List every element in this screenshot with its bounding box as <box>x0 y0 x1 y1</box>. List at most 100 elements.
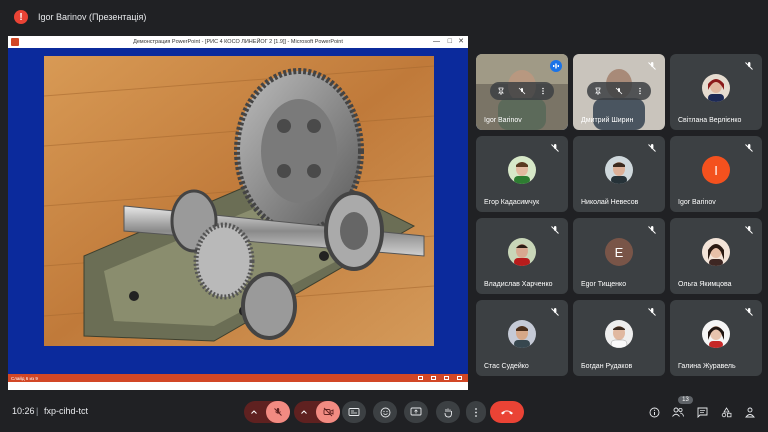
people-icon <box>672 407 684 417</box>
presentation-alert-icon: ! <box>14 10 28 24</box>
host-controls-button[interactable] <box>741 403 759 421</box>
slide-counter: Слайд 6 из 9 <box>11 375 38 381</box>
participant-tile[interactable]: Владислав Харченко <box>476 218 568 294</box>
camera-off-icon <box>323 407 333 417</box>
participant-tile[interactable]: Igor Barinov <box>476 54 568 130</box>
people-button[interactable] <box>669 403 687 421</box>
avatar-letter: I <box>702 156 730 184</box>
participant-tile[interactable]: I Igor Barinov <box>670 136 762 212</box>
muted-icon <box>745 62 753 70</box>
sorter-view-icon[interactable] <box>431 376 436 380</box>
hang-up-icon <box>501 410 513 415</box>
chat-button[interactable] <box>693 403 711 421</box>
captions-button[interactable] <box>342 401 366 423</box>
present-icon <box>410 407 422 416</box>
participant-tile[interactable]: E Egor Тищенко <box>573 218 665 294</box>
meeting-code: fxp-cihd-tct <box>44 406 89 416</box>
zoom-icon[interactable] <box>457 376 462 380</box>
more-options-icon[interactable] <box>635 86 645 96</box>
muted-icon <box>551 308 559 316</box>
normal-view-icon[interactable] <box>418 376 423 380</box>
avatar <box>605 320 633 348</box>
participant-tile[interactable]: Світлана Верлієнко <box>670 54 762 130</box>
muted-icon <box>648 226 656 234</box>
participant-tile[interactable]: Стас Судейко <box>476 300 568 376</box>
mic-toggle-button[interactable] <box>266 401 290 423</box>
reactions-button[interactable] <box>373 401 397 423</box>
camera-options-chevron-icon[interactable] <box>294 408 314 416</box>
avatar <box>702 320 730 348</box>
avatar <box>508 320 536 348</box>
muted-icon <box>745 308 753 316</box>
participant-tile[interactable]: Николай Невесов <box>573 136 665 212</box>
participant-tile[interactable]: Дмитрий Ширин <box>573 54 665 130</box>
participant-name: Igor Barinov <box>484 117 522 124</box>
mic-options-chevron-icon[interactable] <box>244 408 264 416</box>
tile-controls <box>490 82 554 100</box>
minimize-button[interactable]: — <box>433 36 440 48</box>
meeting-controls-bar: 10:26 | fxp-cihd-tct <box>0 392 768 432</box>
participant-name: Ольга Якимцова <box>678 281 732 288</box>
leave-call-button[interactable] <box>490 401 524 423</box>
maximize-button[interactable]: □ <box>448 36 452 48</box>
participant-tile[interactable]: Богдан Рудаков <box>573 300 665 376</box>
participant-tile[interactable]: Ольга Якимцова <box>670 218 762 294</box>
participant-name: Галина Журавель <box>678 363 736 370</box>
pin-icon[interactable] <box>496 86 506 96</box>
chat-icon <box>697 407 707 418</box>
participant-name: Стас Судейко <box>484 363 529 370</box>
participant-name: Igor Barinov <box>678 199 716 206</box>
muted-icon <box>648 62 656 70</box>
participant-name: Богдан Рудаков <box>581 363 633 370</box>
shared-presentation: Демонстрация PowerPoint - [РИС 4 КОСО ЛИ… <box>8 36 468 390</box>
avatar <box>702 238 730 266</box>
mute-icon[interactable] <box>517 86 527 96</box>
powerpoint-icon <box>11 38 19 46</box>
more-options-button[interactable] <box>466 401 486 423</box>
activities-button[interactable] <box>717 403 735 421</box>
participant-name: Егор Кадасимчук <box>484 199 540 206</box>
mute-icon[interactable] <box>614 86 624 96</box>
camera-toggle-button[interactable] <box>316 401 340 423</box>
mic-group <box>244 401 290 423</box>
lock-person-icon <box>745 407 755 417</box>
presenter-title: Igor Barinov (Презентація) <box>38 12 147 22</box>
top-bar: ! Igor Barinov (Презентація) <box>0 0 768 34</box>
muted-icon <box>551 144 559 152</box>
participant-name: Світлана Верлієнко <box>678 117 742 124</box>
present-screen-button[interactable] <box>404 401 428 423</box>
activities-icon <box>721 406 731 417</box>
more-options-icon[interactable] <box>538 86 548 96</box>
speaking-indicator-icon <box>550 60 562 72</box>
captions-icon <box>348 408 360 416</box>
clock: 10:26 <box>12 406 35 416</box>
tile-controls <box>587 82 651 100</box>
participant-name: Egor Тищенко <box>581 281 627 288</box>
avatar <box>508 156 536 184</box>
muted-icon <box>745 144 753 152</box>
meeting-details-button[interactable] <box>645 403 663 421</box>
powerpoint-window-title: Демонстрация PowerPoint - [РИС 4 КОСО ЛИ… <box>133 39 343 45</box>
raise-hand-button[interactable] <box>436 401 460 423</box>
muted-icon <box>551 226 559 234</box>
mic-off-icon <box>274 408 282 416</box>
view-controls <box>418 376 462 380</box>
gearbox-image <box>44 56 434 346</box>
powerpoint-statusbar: Слайд 6 из 9 <box>8 374 468 382</box>
pin-icon[interactable] <box>593 86 603 96</box>
close-button[interactable]: ✕ <box>458 36 464 48</box>
slideshow-view-icon[interactable] <box>444 376 449 380</box>
participant-tile[interactable]: Егор Кадасимчук <box>476 136 568 212</box>
slide-canvas: Слайд 6 из 9 <box>8 48 468 382</box>
more-vert-icon <box>475 407 477 417</box>
powerpoint-titlebar: Демонстрация PowerPoint - [РИС 4 КОСО ЛИ… <box>8 36 468 48</box>
emoji-icon <box>380 407 390 417</box>
participant-tile[interactable]: Галина Журавель <box>670 300 762 376</box>
participant-name: Владислав Харченко <box>484 281 553 288</box>
camera-group <box>294 401 340 423</box>
participant-count-badge: 13 <box>678 396 693 404</box>
avatar-letter: E <box>605 238 633 266</box>
hand-icon <box>444 408 452 417</box>
muted-icon <box>648 144 656 152</box>
separator: | <box>36 406 39 416</box>
